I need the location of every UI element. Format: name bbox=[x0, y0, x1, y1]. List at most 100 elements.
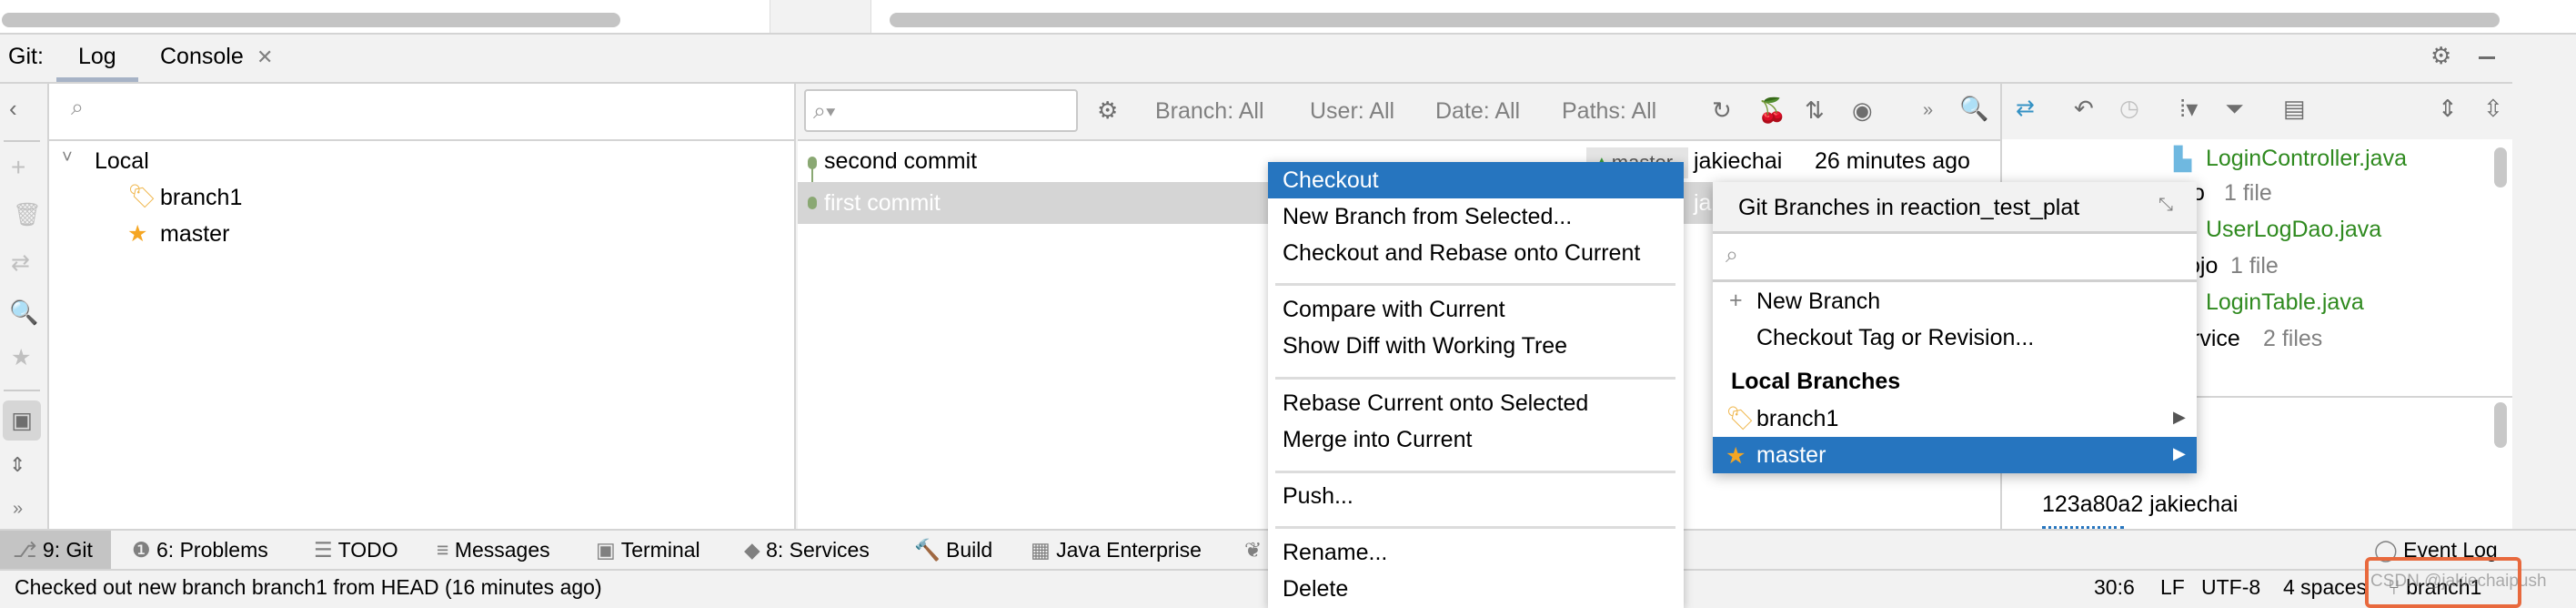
expand-all-icon[interactable]: ⇕ bbox=[9, 453, 25, 477]
cherry-pick-icon[interactable]: 🍒 bbox=[1757, 96, 1786, 125]
file-item[interactable]: LoginController.java bbox=[2206, 146, 2407, 172]
branch-search-input[interactable] bbox=[1753, 237, 2189, 277]
indent-setting[interactable]: 4 spaces bbox=[2283, 575, 2367, 600]
vertical-scrollbar[interactable] bbox=[2494, 402, 2507, 448]
commit-time: 26 minutes ago bbox=[1815, 148, 1970, 174]
collapse-all-icon[interactable]: ⇳ bbox=[2483, 95, 2503, 123]
search-icon: ⌕▾ bbox=[813, 98, 836, 124]
tab-log[interactable]: Log bbox=[78, 44, 116, 70]
tree-node-local[interactable]: Local bbox=[95, 148, 149, 175]
tool-todo[interactable]: ☰ TODO bbox=[314, 531, 398, 569]
branch-search-input[interactable] bbox=[100, 89, 782, 133]
commit-search-input[interactable]: ⌕▾ bbox=[804, 89, 1078, 132]
expand-all-icon[interactable]: ⇕ bbox=[2438, 95, 2458, 123]
date-filter[interactable]: Date: All bbox=[1435, 98, 1520, 125]
tag-icon: 🏷 bbox=[127, 184, 156, 209]
more-icon[interactable]: » bbox=[13, 499, 23, 520]
close-icon[interactable]: ✕ bbox=[257, 46, 273, 69]
popup-title: Git Branches in reaction_test_plat bbox=[1738, 195, 2080, 220]
horizontal-scrollbar-2[interactable] bbox=[890, 13, 2500, 27]
refresh-icon[interactable]: ↻ bbox=[1712, 96, 1732, 125]
menu-item-checkout[interactable]: Checkout bbox=[1268, 162, 1684, 198]
star-icon: ★ bbox=[127, 221, 148, 247]
branches-panel bbox=[49, 84, 796, 531]
tool-build[interactable]: 🔨 Build bbox=[914, 531, 992, 569]
caret-position[interactable]: 30:6 bbox=[2094, 575, 2135, 600]
git-label: Git: bbox=[8, 44, 44, 69]
menu-item-compare[interactable]: Compare with Current bbox=[1268, 291, 1684, 328]
menu-item-rename[interactable]: Rename... bbox=[1268, 534, 1684, 571]
tag-icon: 🏷 bbox=[1726, 406, 1755, 431]
chevron-left-icon[interactable]: ‹ bbox=[9, 95, 17, 123]
section-local-branches: Local Branches bbox=[1731, 369, 1901, 394]
search-icon[interactable]: 🔍 bbox=[1959, 95, 1988, 123]
revert-icon[interactable]: ↶ bbox=[2074, 95, 2094, 123]
diff-icon[interactable]: ⇄ bbox=[2016, 95, 2035, 122]
search-icon: ⌕ bbox=[1726, 242, 1739, 268]
tool-messages[interactable]: ≡ Messages bbox=[437, 531, 550, 569]
spring-leaf-icon[interactable]: ❦ bbox=[1244, 531, 1262, 569]
vertical-scrollbar[interactable] bbox=[2494, 147, 2507, 187]
new-branch-action[interactable]: New Branch bbox=[1756, 289, 1880, 315]
user-filter[interactable]: User: All bbox=[1310, 98, 1394, 125]
file-count: 1 file bbox=[2230, 253, 2279, 279]
menu-item-delete[interactable]: Delete bbox=[1268, 571, 1684, 607]
git-branches-popup: Git Branches in reaction_test_plat ⤡ ⌕ +… bbox=[1713, 182, 2197, 473]
dir-item[interactable]: rvice bbox=[2192, 326, 2240, 352]
menu-item-push[interactable]: Push... bbox=[1268, 478, 1684, 514]
trash-icon[interactable]: 🗑 bbox=[13, 202, 42, 228]
eye-icon[interactable]: ◉ bbox=[1852, 96, 1873, 125]
fetch-icon[interactable]: ⇄ bbox=[11, 249, 30, 277]
collapse-icon[interactable]: ⤡ bbox=[2158, 195, 2173, 216]
branch-item-branch1[interactable]: 🏷 branch1 ▶ bbox=[1713, 400, 2197, 437]
commit-message[interactable]: second commit bbox=[824, 148, 977, 175]
group-icon[interactable]: ⁞▾ bbox=[2179, 95, 2198, 123]
plus-icon: + bbox=[1729, 288, 1743, 313]
file-encoding[interactable]: UTF-8 bbox=[2201, 575, 2260, 600]
plus-icon[interactable]: + bbox=[11, 153, 25, 182]
tree-node-master[interactable]: master bbox=[160, 221, 229, 248]
commit-message[interactable]: first commit bbox=[824, 190, 941, 217]
branch-filter[interactable]: Branch: All bbox=[1155, 98, 1264, 125]
star-icon[interactable]: ★ bbox=[11, 344, 31, 371]
file-item[interactable]: UserLogDao.java bbox=[2206, 217, 2381, 243]
menu-item-show-diff[interactable]: Show Diff with Working Tree bbox=[1268, 328, 1684, 364]
file-item[interactable]: LoginTable.java bbox=[2206, 289, 2364, 316]
menu-item-merge[interactable]: Merge into Current bbox=[1268, 421, 1684, 458]
menu-item-rebase[interactable]: Rebase Current onto Selected bbox=[1268, 385, 1684, 421]
tab-console[interactable]: Console bbox=[160, 44, 244, 70]
menu-item-new-branch[interactable]: New Branch from Selected... bbox=[1268, 198, 1684, 235]
tree-node-branch1[interactable]: branch1 bbox=[160, 185, 242, 211]
group-by-directory-icon[interactable]: ▣ bbox=[3, 400, 41, 441]
tool-terminal[interactable]: ▣ Terminal bbox=[596, 531, 700, 569]
tool-services[interactable]: ◆ 8: Services bbox=[744, 531, 870, 569]
menu-item-checkout-rebase[interactable]: Checkout and Rebase onto Current bbox=[1268, 235, 1684, 271]
sort-icon[interactable]: ⇅ bbox=[1805, 96, 1825, 125]
branch-item-master[interactable]: ★ master ▶ bbox=[1713, 437, 2197, 473]
horizontal-scrollbar[interactable] bbox=[2, 13, 620, 27]
filter-icon[interactable]: ⏷ bbox=[2225, 95, 2244, 124]
file-count: 1 file bbox=[2224, 180, 2272, 206]
gear-icon[interactable]: ⚙ bbox=[1097, 96, 1118, 125]
file-count: 2 files bbox=[2263, 326, 2323, 351]
more-icon[interactable]: » bbox=[1923, 100, 1933, 121]
context-menu: Checkout New Branch from Selected... Che… bbox=[1268, 162, 1684, 608]
status-message[interactable]: Checked out new branch branch1 from HEAD… bbox=[15, 575, 602, 600]
checkout-tag-action[interactable]: Checkout Tag or Revision... bbox=[1756, 325, 2034, 351]
paths-filter[interactable]: Paths: All bbox=[1562, 98, 1656, 125]
tool-java-enterprise[interactable]: ▦ Java Enterprise bbox=[1031, 531, 1202, 569]
highlight-box bbox=[2365, 557, 2521, 608]
line-separator[interactable]: LF bbox=[2160, 575, 2185, 600]
tool-problems[interactable]: ❶ 6: Problems bbox=[132, 531, 268, 569]
gear-icon[interactable]: ⚙ bbox=[2430, 42, 2451, 70]
commit-hash-author: 123a80a2 jakiechai bbox=[2042, 491, 2239, 517]
commit-author: jakiechai bbox=[1694, 148, 1783, 174]
layout-icon[interactable]: ▤ bbox=[2283, 95, 2306, 123]
chevron-down-icon[interactable]: ˅ bbox=[62, 147, 73, 168]
star-icon: ★ bbox=[1726, 443, 1746, 469]
search-icon[interactable]: 🔍 bbox=[9, 299, 38, 327]
minimize-icon[interactable] bbox=[2479, 56, 2495, 59]
chevron-right-icon: ▶ bbox=[2173, 444, 2186, 462]
history-icon[interactable]: ◷ bbox=[2119, 95, 2139, 122]
tool-git[interactable]: ⎇ 9: Git bbox=[13, 531, 93, 569]
